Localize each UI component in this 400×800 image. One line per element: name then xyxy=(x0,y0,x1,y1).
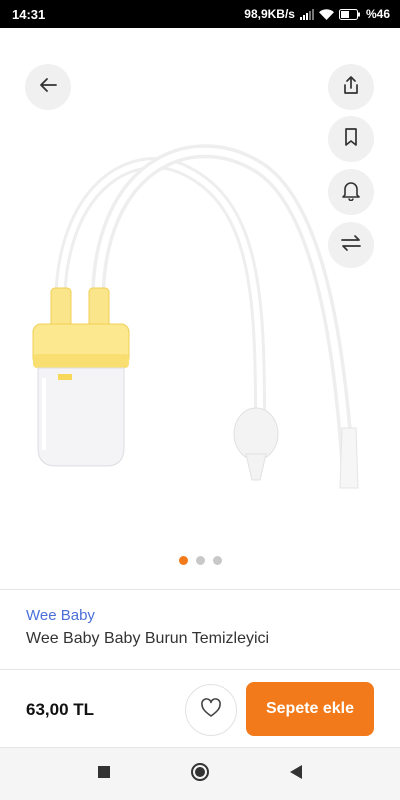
bookmark-button[interactable] xyxy=(328,116,374,162)
recent-apps-button[interactable] xyxy=(92,762,116,786)
share-icon xyxy=(340,74,362,101)
gallery-pagination xyxy=(0,556,400,565)
favorite-button[interactable] xyxy=(185,684,237,736)
product-title: Wee Baby Baby Burun Temizleyici xyxy=(26,630,270,647)
recent-apps-icon xyxy=(97,765,111,784)
network-speed: 98,9KB/s xyxy=(244,7,295,21)
system-nav-bar xyxy=(0,748,400,800)
add-to-cart-button[interactable]: Sepete ekle xyxy=(246,682,374,736)
price-alert-button[interactable] xyxy=(328,169,374,215)
heart-icon xyxy=(200,697,222,723)
pagination-dot[interactable] xyxy=(212,556,222,565)
battery-percent: %46 xyxy=(365,7,390,21)
back-button[interactable] xyxy=(25,64,71,110)
divider xyxy=(0,669,400,670)
home-button[interactable] xyxy=(188,762,212,786)
compare-arrows-icon xyxy=(339,232,363,259)
signal-icon xyxy=(299,8,314,20)
brand-link[interactable]: Wee Baby xyxy=(26,607,95,624)
product-price: 63,00 TL xyxy=(26,700,95,719)
bookmark-icon xyxy=(340,126,362,153)
status-right: 98,9KB/s %46 xyxy=(244,7,390,21)
pagination-dot-active[interactable] xyxy=(178,556,188,565)
back-arrow-icon xyxy=(37,74,59,101)
back-icon xyxy=(288,764,304,785)
bell-icon xyxy=(340,179,362,206)
status-bar: 14:31 98,9KB/s %46 xyxy=(0,0,400,28)
battery-icon xyxy=(338,8,361,20)
share-button[interactable] xyxy=(328,64,374,110)
status-time: 14:31 xyxy=(12,6,46,22)
product-gallery[interactable] xyxy=(0,28,400,588)
compare-button[interactable] xyxy=(328,222,374,268)
pagination-dot[interactable] xyxy=(195,556,205,565)
product-image xyxy=(32,144,359,489)
wifi-icon xyxy=(318,8,334,20)
divider xyxy=(0,589,400,590)
home-icon xyxy=(190,762,210,787)
system-back-button[interactable] xyxy=(284,762,308,786)
